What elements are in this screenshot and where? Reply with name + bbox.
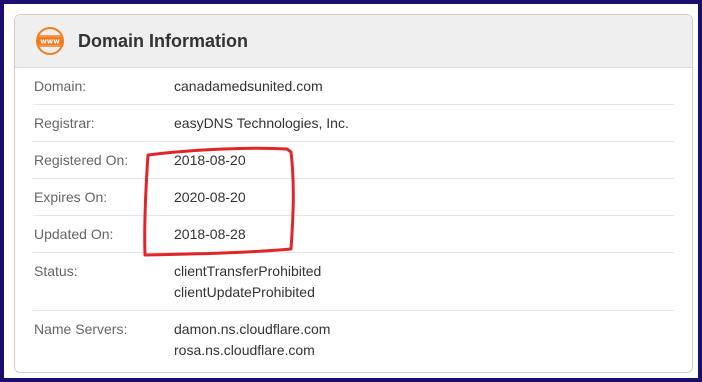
updated-on-label: Updated On: <box>34 226 114 242</box>
name-servers-label: Name Servers: <box>34 321 128 337</box>
domain-info-table: Domain: canadamedsunited.com Registrar: … <box>15 68 692 368</box>
www-globe-icon: www <box>36 27 64 55</box>
name-server-2: rosa.ns.cloudflare.com <box>174 342 315 358</box>
registrar-name: easyDNS Technologies, Inc. <box>174 114 349 131</box>
name-server-1: damon.ns.cloudflare.com <box>174 321 331 337</box>
name-servers-values: damon.ns.cloudflare.com rosa.ns.cloudfla… <box>174 319 674 361</box>
registered-on-label: Registered On: <box>34 152 129 168</box>
page: www Domain Information Domain: canadamed… <box>4 4 698 378</box>
row-registered-on: Registered On: 2018-08-20 <box>33 142 674 179</box>
updated-on-value: 2018-08-28 <box>174 224 674 245</box>
expires-on-value: 2020-08-20 <box>174 187 674 208</box>
status-label: Status: <box>34 263 78 279</box>
status-values: clientTransferProhibited clientUpdatePro… <box>174 261 674 303</box>
updated-on-date: 2018-08-28 <box>174 225 246 242</box>
status-value-2: clientUpdateProhibited <box>174 284 315 300</box>
domain-name: canadamedsunited.com <box>174 77 323 94</box>
domain-value: canadamedsunited.com <box>174 76 674 97</box>
status-value-1: clientTransferProhibited <box>174 263 322 279</box>
expires-on-label: Expires On: <box>34 189 108 205</box>
registrar-value: easyDNS Technologies, Inc. <box>174 113 674 134</box>
svg-text:www: www <box>40 38 60 46</box>
registrar-label: Registrar: <box>34 115 95 131</box>
card-header: www Domain Information <box>15 15 692 68</box>
expires-on-date: 2020-08-20 <box>174 188 246 205</box>
row-expires-on: Expires On: 2020-08-20 <box>33 179 674 216</box>
row-registrar: Registrar: easyDNS Technologies, Inc. <box>33 105 674 142</box>
card-title: Domain Information <box>78 30 248 51</box>
row-updated-on: Updated On: 2018-08-28 <box>33 216 674 253</box>
row-name-servers: Name Servers: damon.ns.cloudflare.com ro… <box>33 311 674 368</box>
row-status: Status: clientTransferProhibited clientU… <box>33 253 674 311</box>
row-domain: Domain: canadamedsunited.com <box>33 68 674 105</box>
domain-label: Domain: <box>34 78 87 94</box>
registered-on-date: 2018-08-20 <box>174 151 246 168</box>
domain-information-card: www Domain Information Domain: canadamed… <box>14 14 693 373</box>
registered-on-value: 2018-08-20 <box>174 150 674 171</box>
